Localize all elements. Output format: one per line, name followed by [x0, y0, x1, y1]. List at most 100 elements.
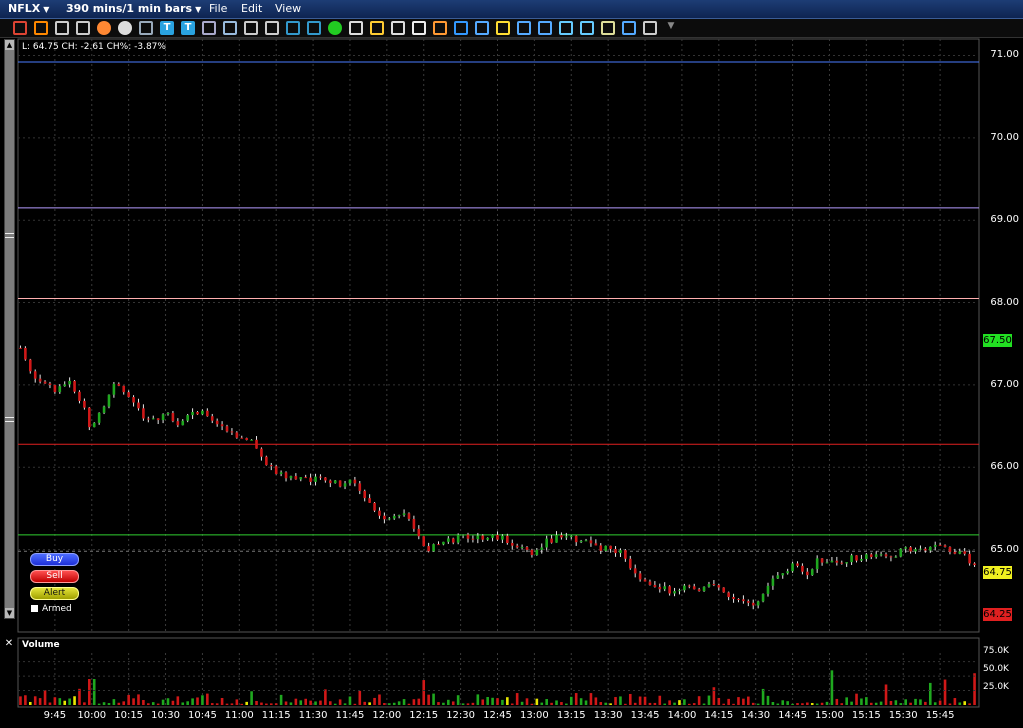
candle-body: [599, 545, 603, 551]
volume-bar: [73, 696, 76, 705]
chart-info-readout: L: 64.75 CH: -2.61 CH%: -3.87%: [22, 42, 166, 52]
chevron-down-icon: ▼: [195, 5, 202, 14]
volume-bar: [958, 702, 962, 705]
candle-body: [102, 406, 106, 413]
volume-bar: [574, 693, 578, 705]
layout2-icon[interactable]: [265, 21, 279, 35]
candle-body: [569, 535, 573, 537]
price-chart[interactable]: [0, 0, 1023, 728]
symbol-selector[interactable]: NFLX ▼: [8, 2, 49, 15]
line-tool2-icon[interactable]: [559, 21, 573, 35]
buy-button[interactable]: Buy: [30, 553, 79, 566]
candle-body: [294, 476, 298, 480]
pointer-icon[interactable]: [349, 21, 363, 35]
volume-bar: [304, 698, 307, 705]
grip-handle[interactable]: [5, 233, 14, 238]
candle-body: [756, 601, 760, 606]
print-icon[interactable]: [76, 21, 90, 35]
crosshair2-icon[interactable]: [433, 21, 447, 35]
volume-bar: [737, 697, 740, 705]
chart-line-icon[interactable]: [223, 21, 237, 35]
sell-button[interactable]: Sell: [30, 570, 79, 583]
volume-bar: [348, 696, 352, 705]
candle-body: [594, 543, 598, 546]
line-tool-icon[interactable]: [538, 21, 552, 35]
volume-bar: [451, 701, 455, 705]
layout-icon[interactable]: [244, 21, 258, 35]
candle-body: [309, 477, 312, 482]
bar-chart-icon[interactable]: [286, 21, 300, 35]
menu-view[interactable]: View: [275, 2, 301, 15]
text-t2-icon[interactable]: T: [181, 21, 195, 35]
candle-body: [958, 551, 962, 554]
undo-icon[interactable]: [454, 21, 468, 35]
dropdown-icon[interactable]: ▼: [664, 21, 678, 35]
candle-body: [19, 347, 22, 349]
candle-body: [638, 573, 642, 580]
scroll-up-icon[interactable]: ▲: [5, 40, 14, 50]
paint-icon[interactable]: [496, 21, 510, 35]
vertical-zoom-bar[interactable]: ▲ ▼: [4, 39, 15, 619]
time-axis-label: 9:45: [43, 710, 67, 721]
candle-body: [58, 386, 62, 393]
dollar-icon[interactable]: [328, 21, 342, 35]
alert-button[interactable]: Alert: [30, 587, 79, 600]
arrow-tool-icon[interactable]: [34, 21, 48, 35]
settings-icon[interactable]: [475, 21, 489, 35]
crosshair-icon[interactable]: [13, 21, 27, 35]
close-icon[interactable]: ✕: [4, 639, 14, 649]
candle-body: [751, 602, 755, 606]
resize-icon[interactable]: [601, 21, 615, 35]
menu-file[interactable]: File: [209, 2, 227, 15]
snapshot-icon[interactable]: [97, 21, 111, 35]
zoom-in-icon[interactable]: [370, 21, 384, 35]
candle-body: [181, 420, 185, 426]
armed-checkbox[interactable]: Armed: [31, 604, 72, 614]
zoom-window-icon[interactable]: [139, 21, 153, 35]
candle-body: [653, 584, 657, 587]
candle-body: [924, 548, 927, 551]
candle-body: [107, 394, 111, 407]
pan-icon[interactable]: [622, 21, 636, 35]
volume-bar: [884, 684, 888, 705]
volume-bar: [820, 702, 824, 705]
menu-edit[interactable]: Edit: [241, 2, 262, 15]
candle-body: [614, 549, 617, 554]
volume-bar: [948, 703, 952, 705]
candle-body: [717, 585, 721, 588]
candle-body: [884, 554, 888, 557]
wrench-icon[interactable]: [643, 21, 657, 35]
ruler-icon[interactable]: [517, 21, 531, 35]
hand-icon[interactable]: [412, 21, 426, 35]
volume-bar: [628, 693, 632, 705]
candle-body: [284, 472, 288, 479]
volume-bar: [496, 698, 499, 705]
scroll-down-icon[interactable]: ▼: [5, 608, 14, 618]
circle-icon[interactable]: [118, 21, 132, 35]
price-axis-label: 69.00: [990, 214, 1019, 226]
chart-image-icon[interactable]: [202, 21, 216, 35]
volume-bar: [63, 700, 67, 705]
timeframe-selector[interactable]: 390 mins/1 min bars ▼: [66, 2, 201, 15]
candle-body: [250, 439, 253, 441]
candle-body: [525, 547, 529, 550]
volume-bar: [560, 702, 563, 705]
checkbox-icon[interactable]: [31, 605, 38, 612]
volume-bar: [447, 699, 450, 705]
grid-icon[interactable]: [55, 21, 69, 35]
volume-bar: [520, 701, 524, 705]
candle-body: [579, 540, 583, 543]
text-t-icon[interactable]: T: [160, 21, 174, 35]
candle-body: [412, 518, 416, 529]
grip-handle[interactable]: [5, 417, 14, 422]
candle-body: [348, 479, 352, 484]
time-axis-label: 11:30: [298, 710, 328, 721]
candle-body: [43, 381, 47, 384]
line-tool3-icon[interactable]: [580, 21, 594, 35]
bars-icon[interactable]: [307, 21, 321, 35]
volume-bar: [43, 690, 47, 705]
candle-body: [363, 490, 367, 499]
zoom-out-icon[interactable]: [391, 21, 405, 35]
candle-body: [815, 558, 819, 570]
candle-body: [38, 378, 42, 382]
